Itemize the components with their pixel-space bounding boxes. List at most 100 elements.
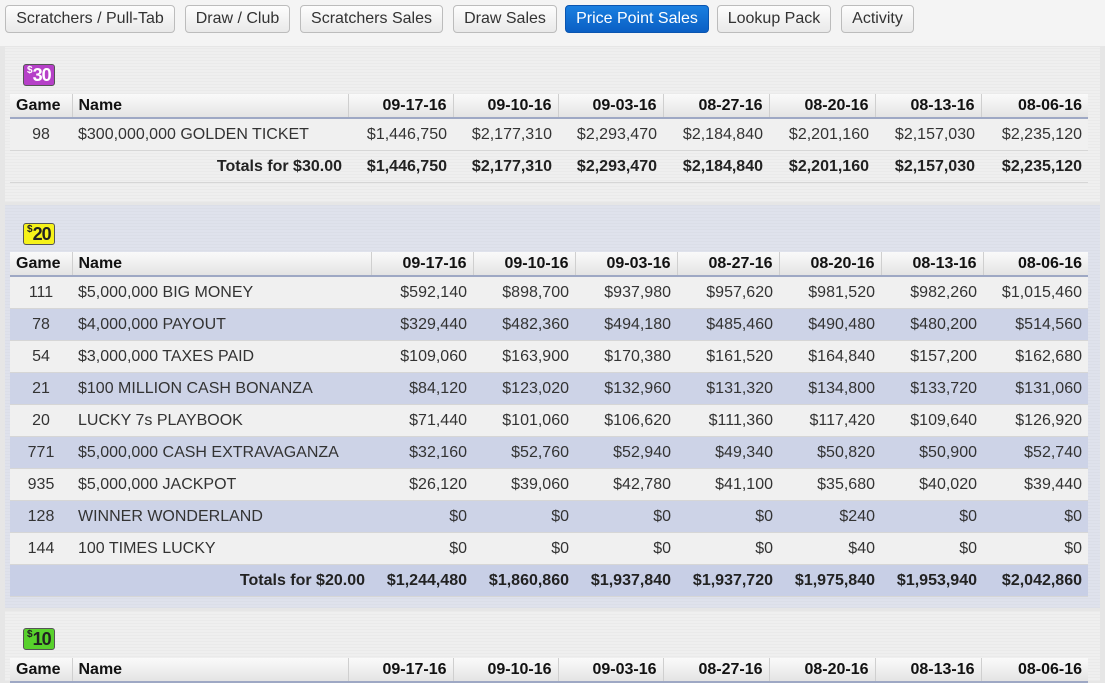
column-header-date[interactable]: 08-20-16 bbox=[768, 94, 875, 119]
table-row[interactable]: 78 $4,000,000 PAYOUT $329,440 $482,360 $… bbox=[10, 308, 1088, 341]
sales-value: $485,460 bbox=[677, 308, 779, 341]
sales-value: $132,960 bbox=[575, 372, 677, 405]
table-row[interactable]: 128 WINNER WONDERLAND $0 $0 $0 $0 $240 $… bbox=[10, 500, 1088, 533]
column-header-game[interactable]: Game bbox=[10, 658, 72, 683]
sales-value: $157,200 bbox=[881, 340, 983, 373]
sales-value: $937,980 bbox=[575, 276, 677, 309]
sales-value: $0 bbox=[473, 500, 575, 533]
sales-value: $329,440 bbox=[371, 308, 473, 341]
column-header-date[interactable]: 08-06-16 bbox=[982, 252, 1088, 277]
sales-value: $133,720 bbox=[881, 372, 983, 405]
column-header-name[interactable]: Name bbox=[71, 94, 348, 119]
column-header-date[interactable]: 09-17-16 bbox=[347, 94, 453, 119]
tab-draw-club[interactable]: Draw / Club bbox=[185, 5, 290, 33]
column-header-date[interactable]: 08-06-16 bbox=[980, 94, 1088, 119]
table-row[interactable]: 935 $5,000,000 JACKPOT $26,120 $39,060 $… bbox=[10, 468, 1088, 501]
table-row[interactable]: 98 $300,000,000 GOLDEN TICKET $1,446,750… bbox=[10, 118, 1088, 151]
sales-value: $0 bbox=[473, 532, 575, 565]
column-header-date[interactable]: 08-20-16 bbox=[778, 252, 881, 277]
game-number: 771 bbox=[10, 436, 72, 469]
table-header-row: Game Name 09-17-16 09-10-16 09-03-16 08-… bbox=[10, 658, 1088, 683]
tab-price-point-sales[interactable]: Price Point Sales bbox=[565, 5, 709, 33]
tab-draw-sales[interactable]: Draw Sales bbox=[453, 5, 557, 33]
column-header-date[interactable]: 09-10-16 bbox=[452, 658, 558, 683]
table-row[interactable]: 21 $100 MILLION CASH BONANZA $84,120 $12… bbox=[10, 372, 1088, 405]
total-value: $2,157,030 bbox=[875, 150, 981, 183]
sales-value: $117,420 bbox=[779, 404, 881, 437]
game-name[interactable]: $3,000,000 TAXES PAID bbox=[72, 340, 371, 373]
game-number: 21 bbox=[10, 372, 72, 405]
column-header-date[interactable]: 09-10-16 bbox=[452, 94, 558, 119]
sales-value: $957,620 bbox=[677, 276, 779, 309]
column-header-date[interactable]: 08-13-16 bbox=[874, 658, 981, 683]
total-value: $2,177,310 bbox=[453, 150, 558, 183]
sales-value: $109,060 bbox=[371, 340, 473, 373]
sales-value: $494,180 bbox=[575, 308, 677, 341]
game-name[interactable]: $300,000,000 GOLDEN TICKET bbox=[72, 118, 348, 151]
sales-value: $39,440 bbox=[983, 468, 1088, 501]
table-row[interactable]: 111 $5,000,000 BIG MONEY $592,140 $898,7… bbox=[10, 276, 1088, 309]
sales-value: $106,620 bbox=[575, 404, 677, 437]
sales-value: $0 bbox=[371, 532, 473, 565]
total-value: $1,937,720 bbox=[677, 564, 779, 597]
tab-scratchers-sales[interactable]: Scratchers Sales bbox=[300, 5, 443, 33]
game-number: 20 bbox=[10, 404, 72, 437]
game-number: 935 bbox=[10, 468, 72, 501]
sales-value: $0 bbox=[677, 532, 779, 565]
sales-value: $170,380 bbox=[575, 340, 677, 373]
column-header-game[interactable]: Game bbox=[10, 94, 72, 119]
column-header-date[interactable]: 09-03-16 bbox=[557, 658, 663, 683]
price-point-section-20: $20 Game Name 09-17-16 09-10-16 09-03-16… bbox=[5, 205, 1100, 608]
price-badge-20: $20 bbox=[23, 223, 55, 245]
game-name[interactable]: $4,000,000 PAYOUT bbox=[72, 308, 371, 341]
sales-value: $490,480 bbox=[779, 308, 881, 341]
sales-value: $84,120 bbox=[371, 372, 473, 405]
column-header-name[interactable]: Name bbox=[71, 658, 348, 683]
column-header-date[interactable]: 09-03-16 bbox=[574, 252, 677, 277]
game-name[interactable]: $5,000,000 JACKPOT bbox=[72, 468, 371, 501]
sales-table-30: Game Name 09-17-16 09-10-16 09-03-16 08-… bbox=[10, 94, 1088, 183]
column-header-date[interactable]: 08-20-16 bbox=[768, 658, 875, 683]
game-name[interactable]: WINNER WONDERLAND bbox=[72, 500, 371, 533]
column-header-date[interactable]: 09-17-16 bbox=[347, 658, 453, 683]
column-header-date[interactable]: 08-13-16 bbox=[880, 252, 983, 277]
price-point-section-30: $30 Game Name 09-17-16 09-10-16 09-03-16… bbox=[5, 47, 1100, 202]
table-row[interactable]: 54 $3,000,000 TAXES PAID $109,060 $163,9… bbox=[10, 340, 1088, 373]
column-header-date[interactable]: 08-27-16 bbox=[662, 658, 769, 683]
game-name[interactable]: 100 TIMES LUCKY bbox=[72, 532, 371, 565]
sales-table-10: Game Name 09-17-16 09-10-16 09-03-16 08-… bbox=[10, 658, 1088, 683]
column-header-date[interactable]: 09-17-16 bbox=[370, 252, 473, 277]
column-header-date[interactable]: 09-03-16 bbox=[557, 94, 663, 119]
sales-value: $49,340 bbox=[677, 436, 779, 469]
column-header-date[interactable]: 08-13-16 bbox=[874, 94, 981, 119]
total-value: $1,860,860 bbox=[473, 564, 575, 597]
column-header-date[interactable]: 09-10-16 bbox=[472, 252, 575, 277]
game-name[interactable]: $100 MILLION CASH BONANZA bbox=[72, 372, 371, 405]
table-row[interactable]: 20 LUCKY 7s PLAYBOOK $71,440 $101,060 $1… bbox=[10, 404, 1088, 437]
total-value: $1,953,940 bbox=[881, 564, 983, 597]
sales-value: $482,360 bbox=[473, 308, 575, 341]
column-header-date[interactable]: 08-27-16 bbox=[676, 252, 779, 277]
sales-value: $0 bbox=[881, 532, 983, 565]
column-header-game[interactable]: Game bbox=[10, 252, 72, 277]
sales-value: $898,700 bbox=[473, 276, 575, 309]
tab-lookup-pack[interactable]: Lookup Pack bbox=[717, 5, 831, 33]
game-name[interactable]: LUCKY 7s PLAYBOOK bbox=[72, 404, 371, 437]
game-name[interactable]: $5,000,000 CASH EXTRAVAGANZA bbox=[72, 436, 371, 469]
tab-bar: Scratchers / Pull-Tab Draw / Club Scratc… bbox=[0, 0, 1105, 46]
totals-label: Totals for $30.00 bbox=[10, 150, 348, 183]
sales-value: $2,293,470 bbox=[558, 118, 663, 151]
table-row[interactable]: 771 $5,000,000 CASH EXTRAVAGANZA $32,160… bbox=[10, 436, 1088, 469]
sales-value: $50,820 bbox=[779, 436, 881, 469]
column-header-name[interactable]: Name bbox=[71, 252, 371, 277]
sales-value: $126,920 bbox=[983, 404, 1088, 437]
column-header-date[interactable]: 08-06-16 bbox=[980, 658, 1088, 683]
tab-scratchers-pull-tab[interactable]: Scratchers / Pull-Tab bbox=[5, 5, 175, 33]
table-row[interactable]: 144 100 TIMES LUCKY $0 $0 $0 $0 $40 $0 $… bbox=[10, 532, 1088, 565]
game-name[interactable]: $5,000,000 BIG MONEY bbox=[72, 276, 371, 309]
sales-value: $52,740 bbox=[983, 436, 1088, 469]
game-number: 54 bbox=[10, 340, 72, 373]
game-number: 98 bbox=[10, 118, 72, 151]
tab-activity[interactable]: Activity bbox=[841, 5, 914, 33]
column-header-date[interactable]: 08-27-16 bbox=[662, 94, 769, 119]
